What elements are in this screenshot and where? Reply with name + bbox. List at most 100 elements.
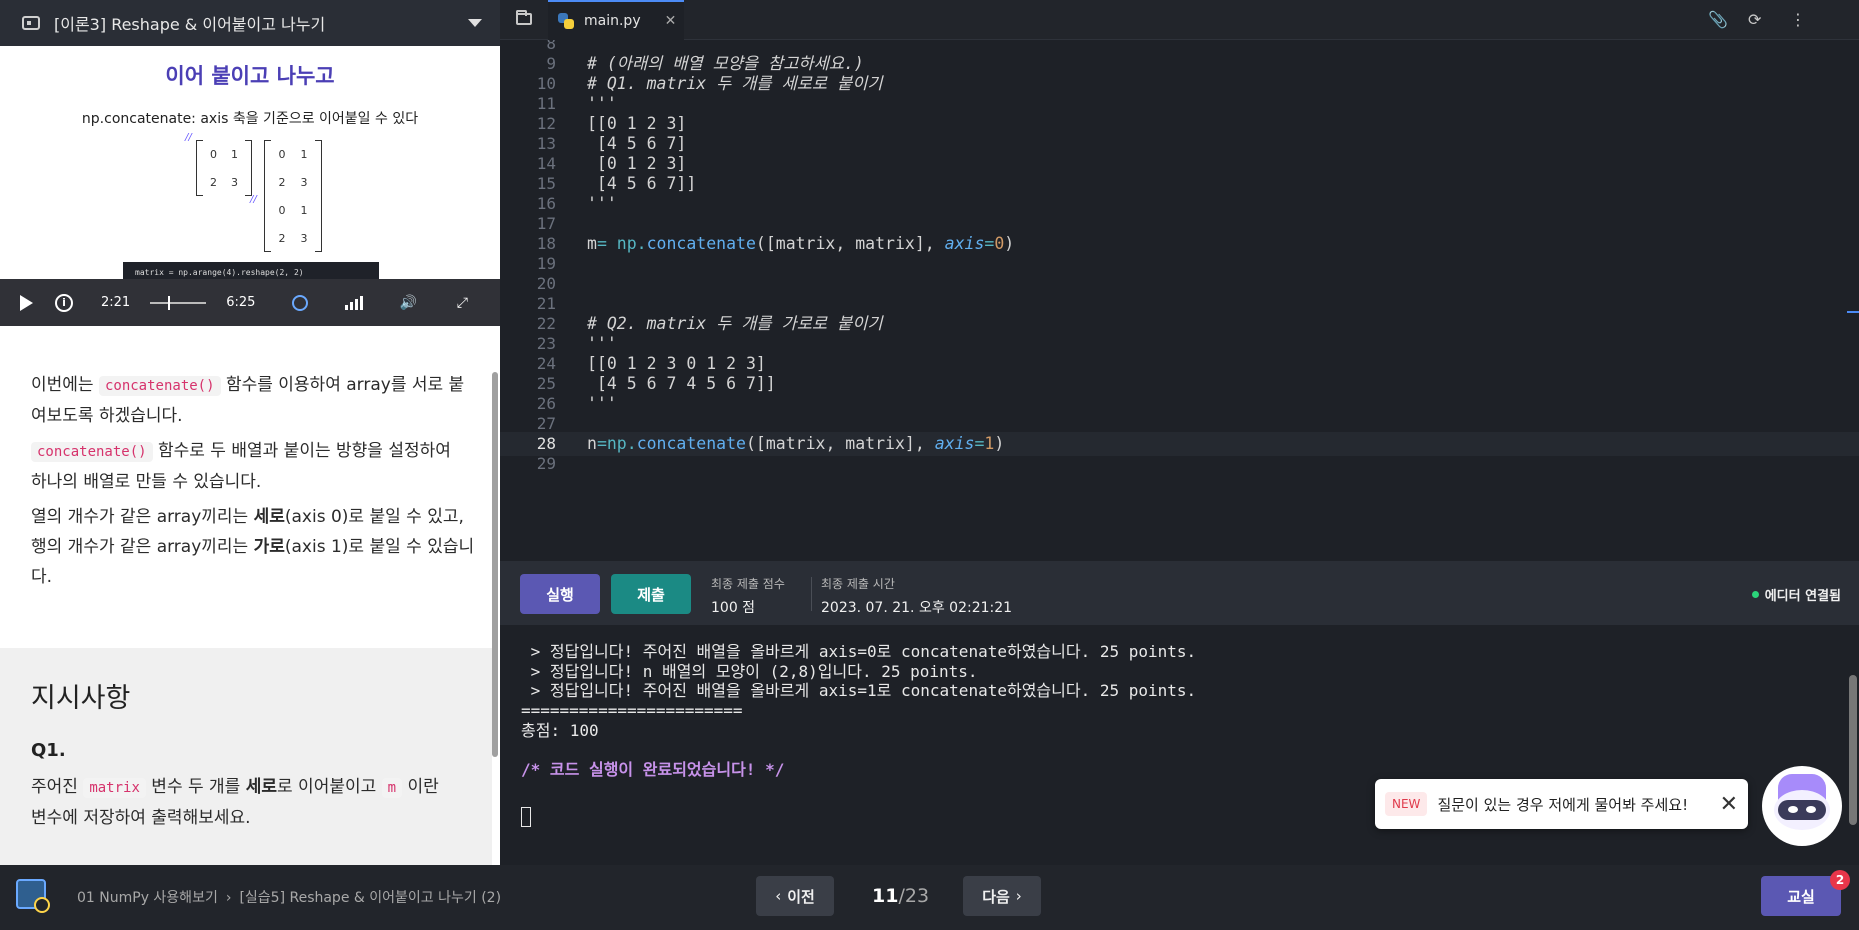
lesson-panel: [이론3] Reshape & 이어붙이고 나누기 이어 붙이고 나누고 np.… — [0, 0, 500, 865]
breadcrumb-lesson[interactable]: [실습5] Reshape & 이어붙이고 나누기 (2) — [239, 890, 501, 906]
status-text: 에디터 연결됨 — [1764, 589, 1841, 604]
play-icon[interactable] — [20, 294, 33, 311]
matrix-row: 01 — [197, 140, 251, 168]
chevron-right-icon: › — [225, 890, 232, 906]
matrix-cell: 3 — [300, 231, 308, 245]
chat-popup[interactable]: NEW 질문이 있는 경우 저에게 물어봐 주세요! ✕ — [1375, 779, 1748, 829]
breadcrumb: 01 NumPy 사용해보기 › [실습5] Reshape & 이어붙이고 나누기… — [77, 887, 501, 907]
video-seek-slider[interactable] — [150, 295, 207, 310]
inline-code: m — [381, 778, 403, 798]
slide-code-strip: matrix = np.arange(4).reshape(2, 2) — [123, 262, 379, 279]
app-root: [이론3] Reshape & 이어붙이고 나누기 이어 붙이고 나누고 np.… — [0, 0, 1859, 930]
run-button[interactable]: 실행 — [520, 574, 600, 614]
terminal-line: /* 코드 실행이 완료되었습니다! */ — [521, 760, 785, 780]
avatar-eye — [1788, 806, 1798, 813]
chevron-left-icon: ‹ — [775, 887, 782, 905]
folder-icon[interactable] — [516, 10, 532, 25]
classroom-button[interactable]: 교실 — [1761, 876, 1841, 916]
final-time: 최종 제출 시간 2023. 07. 21. 오후 02:21:21 — [811, 575, 1012, 617]
prev-button[interactable]: ‹ 이전 — [756, 876, 834, 916]
submit-button[interactable]: 제출 — [611, 574, 691, 614]
editor-tabbar: main.py ✕ 📎 ⟳ ⋮ — [500, 0, 1859, 40]
question-label: Q1. — [31, 740, 66, 761]
volume-icon[interactable]: 🔊 — [399, 294, 417, 312]
bottom-bar: 01 NumPy 사용해보기 › [실습5] Reshape & 이어붙이고 나누기… — [0, 865, 1859, 930]
fullscreen-icon[interactable]: ⤢ — [453, 294, 471, 312]
text: 주어진 — [31, 777, 84, 797]
matrix-cell: 1 — [300, 203, 308, 217]
matrix-cell: 2 — [210, 175, 217, 189]
inline-code: matrix — [83, 778, 146, 798]
line-number: 29 — [536, 454, 556, 473]
matrix-row: 01 — [265, 140, 321, 168]
slash-mark: // — [185, 132, 192, 143]
code-editor[interactable]: 8 9 # (아래의 배열 모양을 참고하세요.) 10 # Q1. matrix 두 … — [500, 40, 1859, 561]
matrix-cell: 3 — [231, 175, 238, 189]
next-label: 다음 — [982, 887, 1010, 906]
refresh-icon[interactable]: ⟳ — [1748, 10, 1761, 29]
text: 열의 개수가 같은 array끼리는 — [31, 507, 254, 527]
matrix-cell: 3 — [300, 175, 308, 189]
chatbot-avatar[interactable] — [1762, 766, 1842, 846]
lesson-scrollbar[interactable] — [492, 372, 498, 757]
editor-area: main.py ✕ 📎 ⟳ ⋮ 8 9 # (아래의 배열 모양을 참고하세요.) 1… — [500, 0, 1859, 865]
score-value: 100 점 — [711, 600, 756, 616]
bold-text: 가로 — [253, 537, 285, 557]
scroll-marker — [1847, 311, 1859, 313]
video-controls: i 2:21 6:25 🔊 ⤢ — [0, 279, 500, 326]
lesson-header[interactable]: [이론3] Reshape & 이어붙이고 나누기 — [0, 0, 500, 46]
terminal-line: > 정답입니다! n 배열의 모양이 (2,8)입니다. 25 points. — [521, 661, 978, 681]
code-line[interactable]: 29 — [500, 452, 1859, 476]
terminal-cursor — [521, 807, 531, 827]
video-slide[interactable]: 이어 붙이고 나누고 np.concatenate: axis 축을 기준으로 … — [0, 46, 500, 279]
lesson-content: 이번에는 concatenate() 함수를 이용하여 array를 서로 붙여… — [0, 326, 492, 865]
instructions-section: 지시사항 Q1. 주어진 matrix 변수 두 개를 세로로 이어붙이고 m … — [0, 648, 492, 865]
close-icon[interactable]: ✕ — [665, 13, 677, 29]
tab-label: main.py — [584, 13, 641, 29]
paragraph-2: concatenate() 함수로 두 배열과 붙이는 방향을 설정하여 하나의… — [31, 436, 471, 497]
current-time: 2:21 — [101, 295, 131, 310]
matrix-row: 23 — [265, 168, 321, 196]
tab-main-py[interactable]: main.py ✕ — [548, 0, 684, 40]
next-button[interactable]: 다음 › — [963, 876, 1041, 916]
output-terminal[interactable]: > 정답입니다! 주어진 배열을 올바르게 axis=0로 concatenat… — [500, 625, 1859, 865]
lesson-title: [이론3] Reshape & 이어붙이고 나누기 — [54, 15, 326, 34]
chevron-down-icon[interactable] — [468, 19, 482, 27]
action-bar: 실행 제출 최종 제출 점수 100 점 최종 제출 시간 2023. 07. … — [500, 561, 1859, 625]
matrix-row: 01 — [265, 196, 321, 224]
playback-speed-icon[interactable] — [291, 294, 309, 312]
close-icon[interactable]: ✕ — [1720, 792, 1738, 817]
terminal-scrollbar[interactable] — [1849, 675, 1857, 825]
breadcrumb-course[interactable]: 01 NumPy 사용해보기 — [77, 890, 218, 906]
connection-status: 에디터 연결됨 — [1751, 585, 1841, 604]
matrix-cell: 0 — [278, 147, 286, 161]
app-logo-icon[interactable] — [16, 879, 50, 913]
quality-icon[interactable] — [345, 294, 364, 312]
more-menu-icon[interactable]: ⋮ — [1790, 10, 1806, 29]
matrix-cell: 0 — [278, 203, 286, 217]
info-icon[interactable]: i — [55, 293, 73, 312]
bold-text: 세로 — [253, 507, 285, 527]
page-current: 11 — [872, 885, 899, 907]
chat-prompt-text: 질문이 있는 경우 저에게 물어봐 주세요! — [1437, 795, 1689, 814]
text: 변수 두 개를 — [145, 777, 246, 797]
slash-mark: // — [250, 194, 257, 205]
status-dot-icon — [1751, 591, 1759, 598]
prev-label: 이전 — [787, 887, 815, 906]
time-label: 최종 제출 시간 — [821, 577, 895, 591]
terminal-line: 총점: 100 — [521, 720, 599, 740]
matrix-cell: 2 — [278, 175, 286, 189]
matrix-b: 01230123 — [264, 140, 322, 252]
matrix-cell: 2 — [278, 231, 286, 245]
slide-subtitle: np.concatenate: axis 축을 기준으로 이어붙일 수 있다 — [81, 111, 419, 127]
paragraph-1: 이번에는 concatenate() 함수를 이용하여 array를 서로 붙여… — [31, 370, 471, 431]
chevron-right-icon: › — [1015, 887, 1022, 905]
page-total: /23 — [898, 885, 930, 907]
matrix-cell: 1 — [300, 147, 308, 161]
instructions-heading: 지시사항 — [31, 683, 131, 714]
python-file-icon — [558, 13, 574, 29]
attach-icon[interactable]: 📎 — [1708, 10, 1728, 29]
time-value: 2023. 07. 21. 오후 02:21:21 — [821, 600, 1013, 616]
text: 로 이어붙이고 — [277, 777, 382, 797]
page-indicator: 11/23 — [872, 885, 929, 907]
